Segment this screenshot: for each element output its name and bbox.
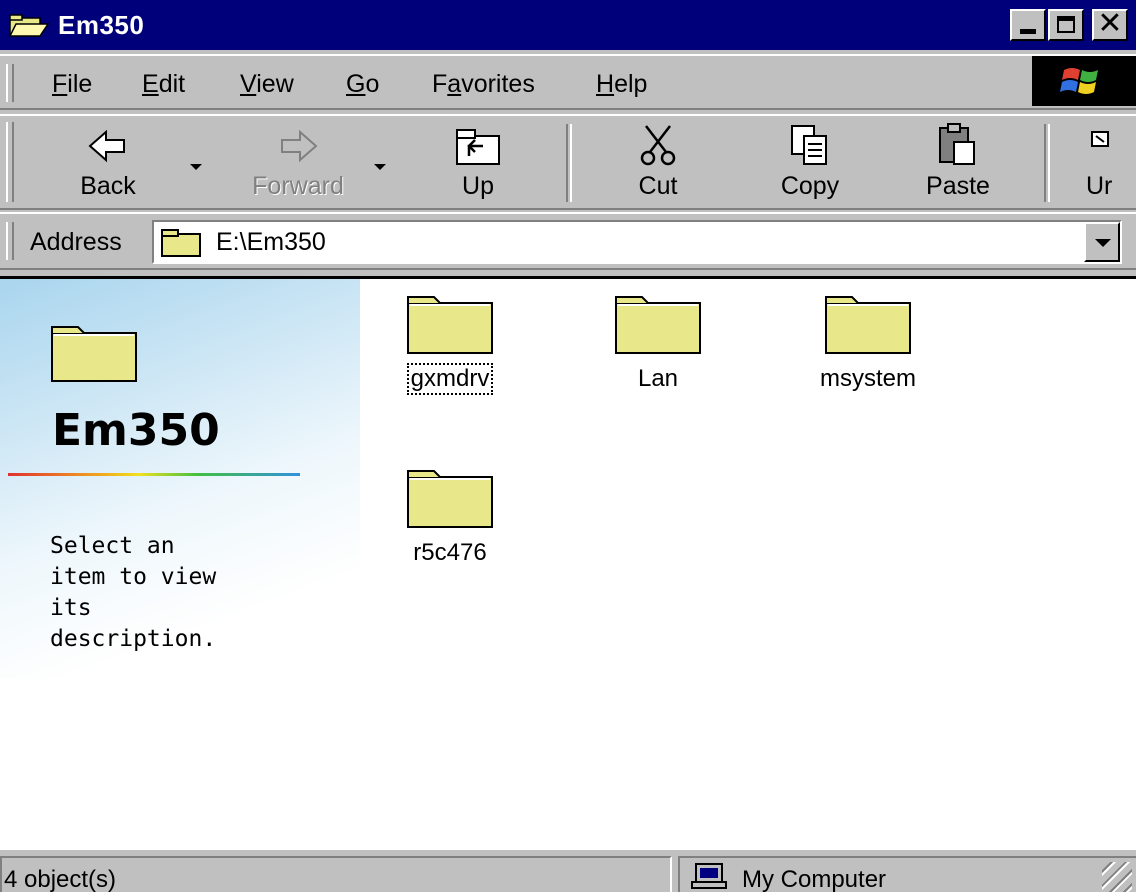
folder-item-r5c476[interactable]: r5c476 bbox=[380, 465, 520, 567]
menu-help[interactable]: Help bbox=[596, 70, 647, 99]
folder-icon bbox=[407, 296, 493, 354]
folder-icon bbox=[407, 470, 493, 528]
title-bar[interactable]: Em350 ✕ bbox=[0, 0, 1136, 50]
menubar-grip[interactable] bbox=[6, 64, 14, 102]
cut-label: Cut bbox=[638, 172, 678, 200]
windows-flag-icon bbox=[1060, 68, 1098, 94]
chevron-down-icon bbox=[1095, 239, 1111, 247]
paste-button[interactable]: Paste bbox=[908, 122, 1008, 201]
close-button[interactable]: ✕ bbox=[1092, 7, 1128, 41]
minimize-icon bbox=[1020, 29, 1036, 34]
window-title: Em350 bbox=[58, 10, 145, 40]
back-arrow-icon bbox=[88, 129, 125, 163]
menu-favorites-rest: vorites bbox=[461, 70, 535, 98]
folder-item-lan[interactable]: Lan bbox=[588, 291, 728, 393]
folder-name[interactable]: Lan bbox=[636, 365, 680, 393]
menu-go-accel: G bbox=[346, 70, 366, 98]
address-dropdown-button[interactable] bbox=[1084, 222, 1120, 262]
close-icon: ✕ bbox=[1097, 7, 1123, 40]
up-folder-icon bbox=[456, 129, 500, 165]
up-button[interactable]: Up bbox=[432, 122, 524, 201]
menu-view[interactable]: View bbox=[240, 70, 294, 99]
menu-go[interactable]: Go bbox=[346, 70, 379, 99]
folder-content-view[interactable]: Em350 Select an item to view its descrip… bbox=[0, 276, 1136, 850]
folder-name[interactable]: r5c476 bbox=[411, 539, 488, 567]
explorer-window: Em350 ✕ File Edit View Go Favorites Help bbox=[0, 0, 1136, 892]
paste-label: Paste bbox=[926, 172, 990, 200]
maximize-icon bbox=[1057, 16, 1075, 33]
folder-item-gxmdrv[interactable]: gxmdrv bbox=[380, 291, 520, 395]
resize-grip[interactable] bbox=[1102, 862, 1132, 892]
copy-button[interactable]: Copy bbox=[762, 122, 858, 201]
forward-arrow-icon bbox=[281, 129, 318, 163]
back-label: Back bbox=[80, 172, 136, 200]
my-computer-icon bbox=[691, 863, 727, 889]
maximize-button[interactable] bbox=[1048, 9, 1084, 41]
webview-info-panel: Em350 Select an item to view its descrip… bbox=[0, 279, 360, 679]
menu-go-rest: o bbox=[365, 70, 380, 98]
folder-icon bbox=[825, 296, 911, 354]
folder-open-icon bbox=[8, 14, 50, 43]
minimize-button[interactable] bbox=[1010, 9, 1046, 41]
copy-icon bbox=[791, 125, 827, 165]
undo-label: Ur bbox=[1086, 172, 1113, 200]
undo-icon bbox=[1091, 131, 1109, 147]
folder-icon bbox=[615, 296, 701, 354]
addressbar-grip[interactable] bbox=[6, 222, 14, 260]
panel-folder-title: Em350 bbox=[52, 405, 220, 456]
folder-icon bbox=[161, 229, 201, 257]
menu-file-rest: ile bbox=[67, 70, 93, 98]
menu-file-accel: F bbox=[52, 70, 68, 98]
forward-label: Forward bbox=[252, 172, 344, 200]
forward-dropdown-arrow[interactable] bbox=[374, 164, 386, 170]
menu-help-accel: H bbox=[596, 70, 615, 98]
menu-view-accel: V bbox=[240, 70, 257, 98]
status-bar: 4 object(s) My Computer bbox=[0, 852, 1136, 892]
status-zone-pane: My Computer bbox=[678, 856, 1136, 892]
folder-item-msystem[interactable]: msystem bbox=[798, 291, 938, 393]
menu-edit-rest: dit bbox=[158, 70, 186, 98]
back-dropdown-arrow[interactable] bbox=[190, 164, 202, 170]
address-label: Address bbox=[30, 228, 122, 256]
forward-button[interactable]: Forward bbox=[236, 122, 360, 201]
panel-description: Select an item to view its description. bbox=[50, 533, 217, 652]
up-label: Up bbox=[462, 172, 494, 200]
menu-file[interactable]: File bbox=[52, 70, 92, 99]
back-button[interactable]: Back bbox=[62, 122, 154, 201]
menu-favorites[interactable]: Favorites bbox=[432, 70, 535, 99]
standard-toolbar: Back Forward Up Cut Copy Paste Ur bbox=[0, 114, 1136, 210]
menu-view-rest: iew bbox=[256, 70, 294, 98]
folder-name[interactable]: msystem bbox=[818, 365, 918, 393]
status-object-count-pane: 4 object(s) bbox=[0, 856, 672, 892]
address-field[interactable]: E:\Em350 bbox=[152, 220, 1122, 264]
paste-clipboard-icon bbox=[939, 123, 975, 165]
folder-name[interactable]: gxmdrv bbox=[406, 363, 494, 395]
undo-button[interactable]: Ur bbox=[1080, 122, 1136, 201]
panel-color-rule bbox=[8, 473, 300, 476]
copy-label: Copy bbox=[780, 172, 840, 200]
scissors-icon bbox=[640, 125, 676, 166]
menu-edit[interactable]: Edit bbox=[142, 70, 185, 99]
cut-button[interactable]: Cut bbox=[612, 122, 704, 201]
menu-favorites-accel: a bbox=[447, 70, 462, 98]
object-count: 4 object(s) bbox=[4, 866, 117, 892]
toolbar-grip[interactable] bbox=[6, 122, 14, 202]
windows-logo-throbber bbox=[1032, 56, 1136, 106]
menu-favorites-pre: F bbox=[432, 70, 448, 98]
menu-edit-accel: E bbox=[142, 70, 159, 98]
large-folder-icon bbox=[51, 326, 137, 382]
address-value[interactable]: E:\Em350 bbox=[216, 228, 326, 257]
zone-label: My Computer bbox=[742, 866, 887, 892]
toolbar-separator bbox=[1044, 124, 1050, 202]
toolbar-separator bbox=[566, 124, 572, 202]
menu-bar: File Edit View Go Favorites Help bbox=[0, 54, 1136, 110]
menu-help-rest: elp bbox=[614, 70, 648, 98]
address-bar: Address E:\Em350 bbox=[0, 212, 1136, 270]
